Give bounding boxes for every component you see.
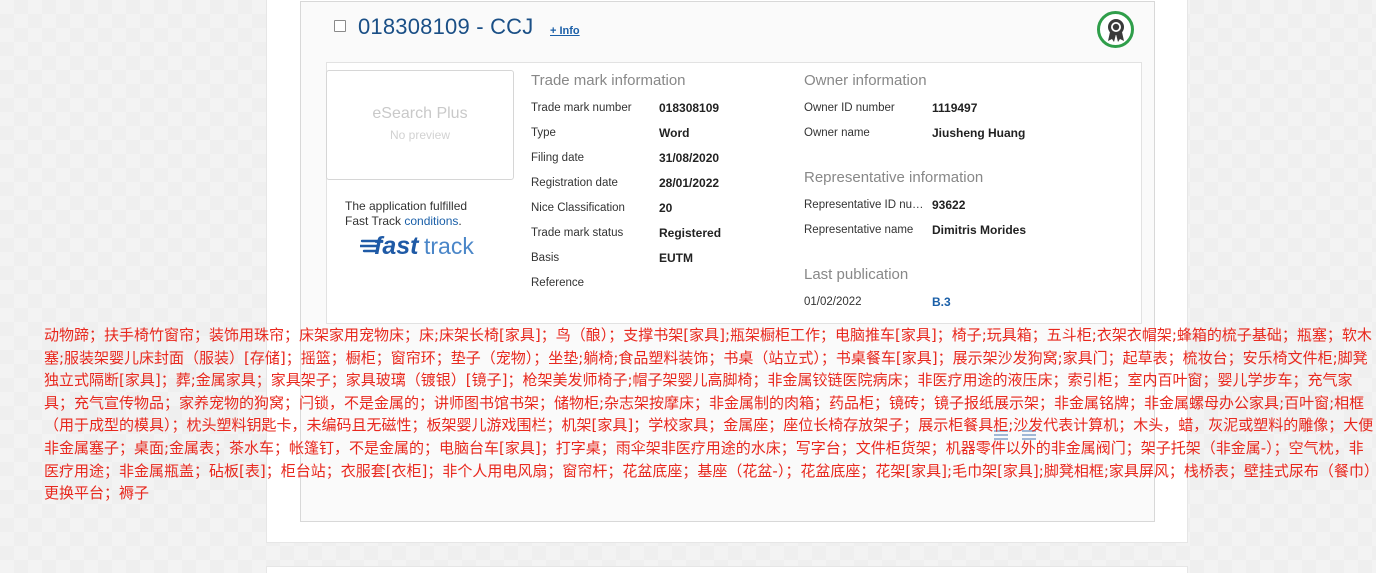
rep-label-name: Representative name	[804, 224, 914, 236]
tm-label-registration: Registration date	[531, 177, 618, 189]
tm-value-nice: 20	[659, 201, 673, 215]
tm-value-type: Word	[659, 126, 690, 140]
more-info-link[interactable]: + Info	[550, 25, 580, 37]
fast-track-line1: The application fulfilled	[345, 199, 468, 213]
fast-track-prefix: Fast Track	[345, 214, 405, 228]
tm-label-status: Trade mark status	[531, 227, 624, 239]
publication-date: 01/02/2022	[804, 296, 862, 308]
rep-value-name[interactable]: Dimitris Morides	[932, 223, 1026, 237]
tm-label-type: Type	[531, 127, 556, 139]
tm-value-number: 018308109	[659, 101, 720, 115]
award-ribbon-icon	[1097, 11, 1134, 48]
trade-mark-info-title: Trade mark information	[531, 72, 686, 89]
tm-value-filing: 31/08/2020	[659, 151, 720, 165]
fast-track-logo-fast: fast	[374, 232, 420, 260]
goods-overlay-text: 动物蹄；扶手椅竹窗帘；装饰用珠帘；床架家用宠物床；床;床架长椅[家具]；鸟（酿）…	[44, 326, 1374, 503]
trade-mark-title[interactable]: 018308109 - CCJ	[358, 14, 533, 40]
owner-label-name: Owner name	[804, 127, 870, 139]
card-header: 018308109 - CCJ + Info	[301, 2, 1154, 58]
fast-track-logo-track: track	[424, 233, 474, 259]
fast-track-suffix: .	[458, 214, 462, 228]
fast-track-line2: Fast Track conditions.	[345, 214, 467, 229]
owner-label-id: Owner ID number	[804, 102, 895, 114]
rep-value-id: 93622	[932, 198, 966, 212]
publication-link[interactable]: B.3	[932, 295, 951, 309]
fast-track-note: The application fulfilled Fast Track con…	[345, 199, 467, 229]
select-checkbox[interactable]	[334, 20, 346, 32]
rep-label-id: Representative ID num...	[804, 199, 929, 211]
preview-title: eSearch Plus	[372, 105, 468, 122]
representative-info-title: Representative information	[804, 169, 984, 186]
tm-label-nice: Nice Classification	[531, 202, 625, 214]
tm-value-registration: 28/01/2022	[659, 176, 720, 190]
tm-label-basis: Basis	[531, 252, 560, 264]
tm-value-status: Registered	[659, 226, 722, 240]
bottom-panel	[266, 566, 1188, 573]
image-preview: eSearch Plus No preview	[326, 70, 514, 180]
owner-value-name[interactable]: Jiusheng Huang	[932, 126, 1025, 140]
owner-value-id: 1119497	[932, 101, 978, 115]
owner-info-title: Owner information	[804, 72, 927, 89]
fast-track-logo: fast track	[360, 232, 474, 260]
tm-label-filing: Filing date	[531, 152, 585, 164]
conditions-link[interactable]: conditions	[404, 214, 458, 228]
tm-value-basis: EUTM	[659, 251, 693, 265]
last-publication-title: Last publication	[804, 266, 909, 283]
preview-subtitle: No preview	[389, 128, 451, 142]
tm-label-reference: Reference	[531, 277, 585, 289]
tm-label-number: Trade mark number	[531, 102, 632, 114]
